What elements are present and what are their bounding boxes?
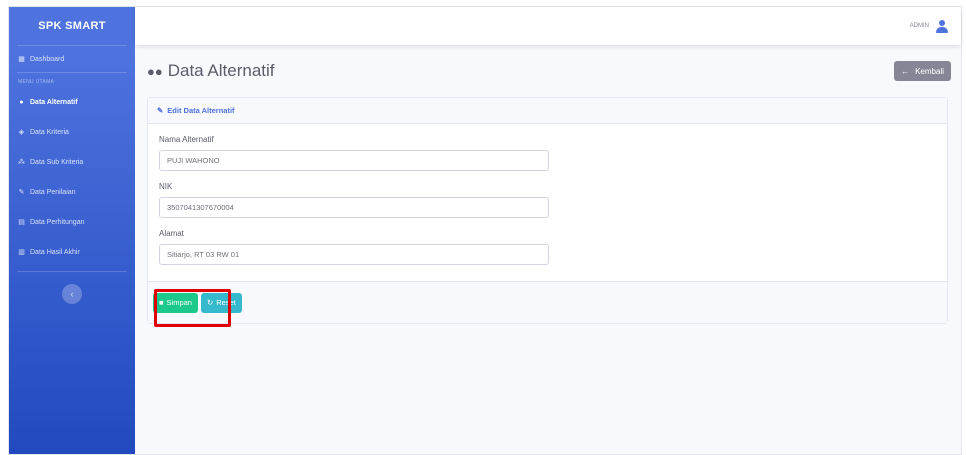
edit-icon: ✎ xyxy=(157,106,164,115)
page-title-text: Data Alternatif xyxy=(167,61,275,80)
cubes-icon: ⁂ xyxy=(18,159,25,166)
app-window: SPK SMART ▦ Dashboard MENU UTAMA ● Data … xyxy=(8,6,962,455)
reset-icon: ↻ xyxy=(206,298,214,307)
users-icon: ● xyxy=(19,98,24,106)
sidebar-item-dashboard[interactable]: ▦ Dashboard xyxy=(9,46,135,72)
chevron-left-icon: ‹ xyxy=(70,289,74,299)
sidebar-item-data-hasil-akhir[interactable]: ▥ Data Hasil Akhir xyxy=(9,237,135,267)
user-name[interactable]: ADMIN xyxy=(910,23,929,29)
nama-label: Nama Alternatif xyxy=(159,134,214,144)
nama-alternatif-input[interactable]: PUJI WAHONO xyxy=(159,150,549,171)
sidebar-toggle-button[interactable]: ‹ xyxy=(62,284,82,304)
brand-title[interactable]: SPK SMART xyxy=(9,7,135,45)
reset-button[interactable]: ↻ Reset xyxy=(200,292,242,313)
card-footer: ■ Simpan ↻ Reset xyxy=(148,281,947,323)
back-button[interactable]: ← Kembali xyxy=(894,61,951,81)
sidebar: SPK SMART ▦ Dashboard MENU UTAMA ● Data … xyxy=(9,7,135,454)
card-title: Edit Data Alternatif xyxy=(167,106,235,115)
sidebar-item-label: Data Sub Kriteria xyxy=(30,158,84,166)
calculator-icon: ▤ xyxy=(18,219,25,226)
sidebar-item-data-kriteria[interactable]: ◈ Data Kriteria xyxy=(9,117,135,147)
form-group-alamat: Alamat Sitiarjo, RT 03 RW 01 xyxy=(159,226,938,265)
reset-button-label: Reset xyxy=(216,298,236,307)
save-button-label: Simpan xyxy=(166,298,192,307)
sidebar-item-label: Dashboard xyxy=(30,55,65,63)
sidebar-heading: MENU UTAMA xyxy=(18,79,55,85)
sidebar-divider xyxy=(17,271,127,272)
sidebar-item-data-penilaian[interactable]: ✎ Data Penilaian xyxy=(9,177,135,207)
user-icon[interactable] xyxy=(935,19,949,33)
save-button[interactable]: ■ Simpan xyxy=(153,292,198,313)
arrow-left-icon: ← xyxy=(901,66,910,76)
page-heading: ●● Data Alternatif ← Kembali xyxy=(135,45,961,97)
sidebar-item-label: Data Perhitungan xyxy=(30,218,85,226)
nik-input[interactable]: 3507041307670004 xyxy=(159,197,549,218)
edit-form-card: ✎ Edit Data Alternatif Nama Alternatif P… xyxy=(147,97,948,324)
dashboard-icon: ▦ xyxy=(18,56,25,63)
card-body: Nama Alternatif PUJI WAHONO NIK 35070413… xyxy=(148,124,947,277)
back-button-label: Kembali xyxy=(915,66,944,76)
sidebar-item-data-alternatif[interactable]: ● Data Alternatif xyxy=(9,87,135,117)
sidebar-item-label: Data Kriteria xyxy=(30,128,69,136)
sidebar-item-data-perhitungan[interactable]: ▤ Data Perhitungan xyxy=(9,207,135,237)
alamat-input[interactable]: Sitiarjo, RT 03 RW 01 xyxy=(159,244,549,265)
main-content: ADMIN ●● Data Alternatif ← Kembali ✎ Edi… xyxy=(135,7,961,454)
page-title: ●● Data Alternatif xyxy=(147,61,275,81)
users-icon: ●● xyxy=(147,63,163,79)
sidebar-item-label: Data Alternatif xyxy=(30,98,78,106)
chart-icon: ▥ xyxy=(18,249,25,256)
sidebar-item-label: Data Penilaian xyxy=(30,188,76,196)
sidebar-item-data-sub-kriteria[interactable]: ⁂ Data Sub Kriteria xyxy=(9,147,135,177)
edit-icon: ✎ xyxy=(18,189,25,196)
topbar: ADMIN xyxy=(135,7,961,45)
alamat-label: Alamat xyxy=(159,228,184,238)
form-group-nik: NIK 3507041307670004 xyxy=(159,179,938,218)
save-icon: ■ xyxy=(159,298,164,307)
card-header: ✎ Edit Data Alternatif xyxy=(148,98,947,124)
form-group-nama: Nama Alternatif PUJI WAHONO xyxy=(159,132,938,171)
nik-label: NIK xyxy=(159,181,173,191)
sidebar-item-label: Data Hasil Akhir xyxy=(30,248,80,256)
cube-icon: ◈ xyxy=(18,129,25,136)
